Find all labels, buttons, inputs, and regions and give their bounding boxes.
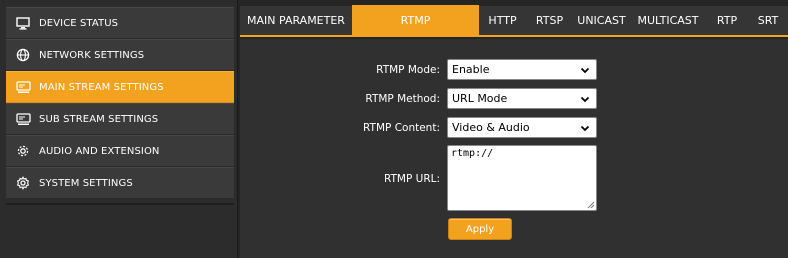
stream-icon [14, 110, 32, 128]
tab-unicast[interactable]: UNICAST [573, 5, 630, 36]
tab-bar: MAIN PARAMETER RTMP HTTP RTSP UNICAST MU… [240, 5, 788, 37]
stream-icon [14, 78, 32, 96]
sidebar-item-device-status[interactable]: DEVICE STATUS [6, 7, 234, 39]
tab-http[interactable]: HTTP [479, 5, 526, 36]
rtmp-url-label: RTMP URL: [383, 173, 440, 185]
chevron-down-icon [579, 93, 591, 105]
sidebar-item-main-stream-settings[interactable]: MAIN STREAM SETTINGS [6, 71, 234, 103]
tab-rtmp[interactable]: RTMP [352, 5, 479, 36]
rtmp-mode-select[interactable]: Enable [447, 59, 597, 80]
sidebar-divider [6, 203, 234, 205]
rtmp-content-label: RTMP Content: [363, 122, 440, 134]
resize-handle-icon[interactable] [587, 201, 595, 209]
chevron-down-icon [579, 64, 591, 76]
tab-main-parameter[interactable]: MAIN PARAMETER [240, 5, 352, 36]
rtmp-content-select[interactable]: Video & Audio [447, 117, 597, 138]
tab-rtp[interactable]: RTP [706, 5, 748, 36]
sidebar-item-label: DEVICE STATUS [39, 17, 119, 29]
rtmp-method-select[interactable]: URL Mode [447, 88, 597, 109]
sidebar-item-network-settings[interactable]: NETWORK SETTINGS [6, 39, 234, 71]
sidebar-item-sub-stream-settings[interactable]: SUB STREAM SETTINGS [6, 103, 234, 135]
sidebar-item-label: NETWORK SETTINGS [39, 49, 145, 61]
rtmp-url-value: rtmp:// [451, 148, 494, 159]
settings-icon [14, 174, 32, 192]
sidebar-item-label: SUB STREAM SETTINGS [39, 113, 159, 125]
sidebar: DEVICE STATUS NETWORK SETTINGS MAIN STRE… [0, 0, 238, 258]
rtmp-content-value: Video & Audio [452, 121, 530, 134]
rtmp-settings-panel: RTMP Mode: Enable RTMP Method: URL Mode … [240, 39, 788, 258]
sidebar-item-audio-and-extension[interactable]: AUDIO AND EXTENSION [6, 135, 234, 167]
tab-srt[interactable]: SRT [748, 5, 788, 36]
sidebar-item-system-settings[interactable]: SYSTEM SETTINGS [6, 167, 234, 199]
monitor-icon [14, 14, 32, 32]
globe-icon [14, 46, 32, 64]
gear-icon [14, 142, 32, 160]
sidebar-item-label: SYSTEM SETTINGS [39, 177, 133, 189]
rtmp-method-label: RTMP Method: [365, 93, 440, 105]
sidebar-item-label: AUDIO AND EXTENSION [39, 145, 160, 157]
rtmp-mode-label: RTMP Mode: [376, 64, 440, 76]
rtmp-mode-value: Enable [452, 63, 490, 76]
tab-rtsp[interactable]: RTSP [526, 5, 573, 36]
tab-multicast[interactable]: MULTICAST [630, 5, 706, 36]
chevron-down-icon [579, 122, 591, 134]
rtmp-url-input[interactable]: rtmp:// [447, 145, 597, 211]
apply-button[interactable]: Apply [448, 218, 512, 240]
rtmp-method-value: URL Mode [452, 92, 508, 105]
sidebar-item-label: MAIN STREAM SETTINGS [39, 81, 164, 93]
